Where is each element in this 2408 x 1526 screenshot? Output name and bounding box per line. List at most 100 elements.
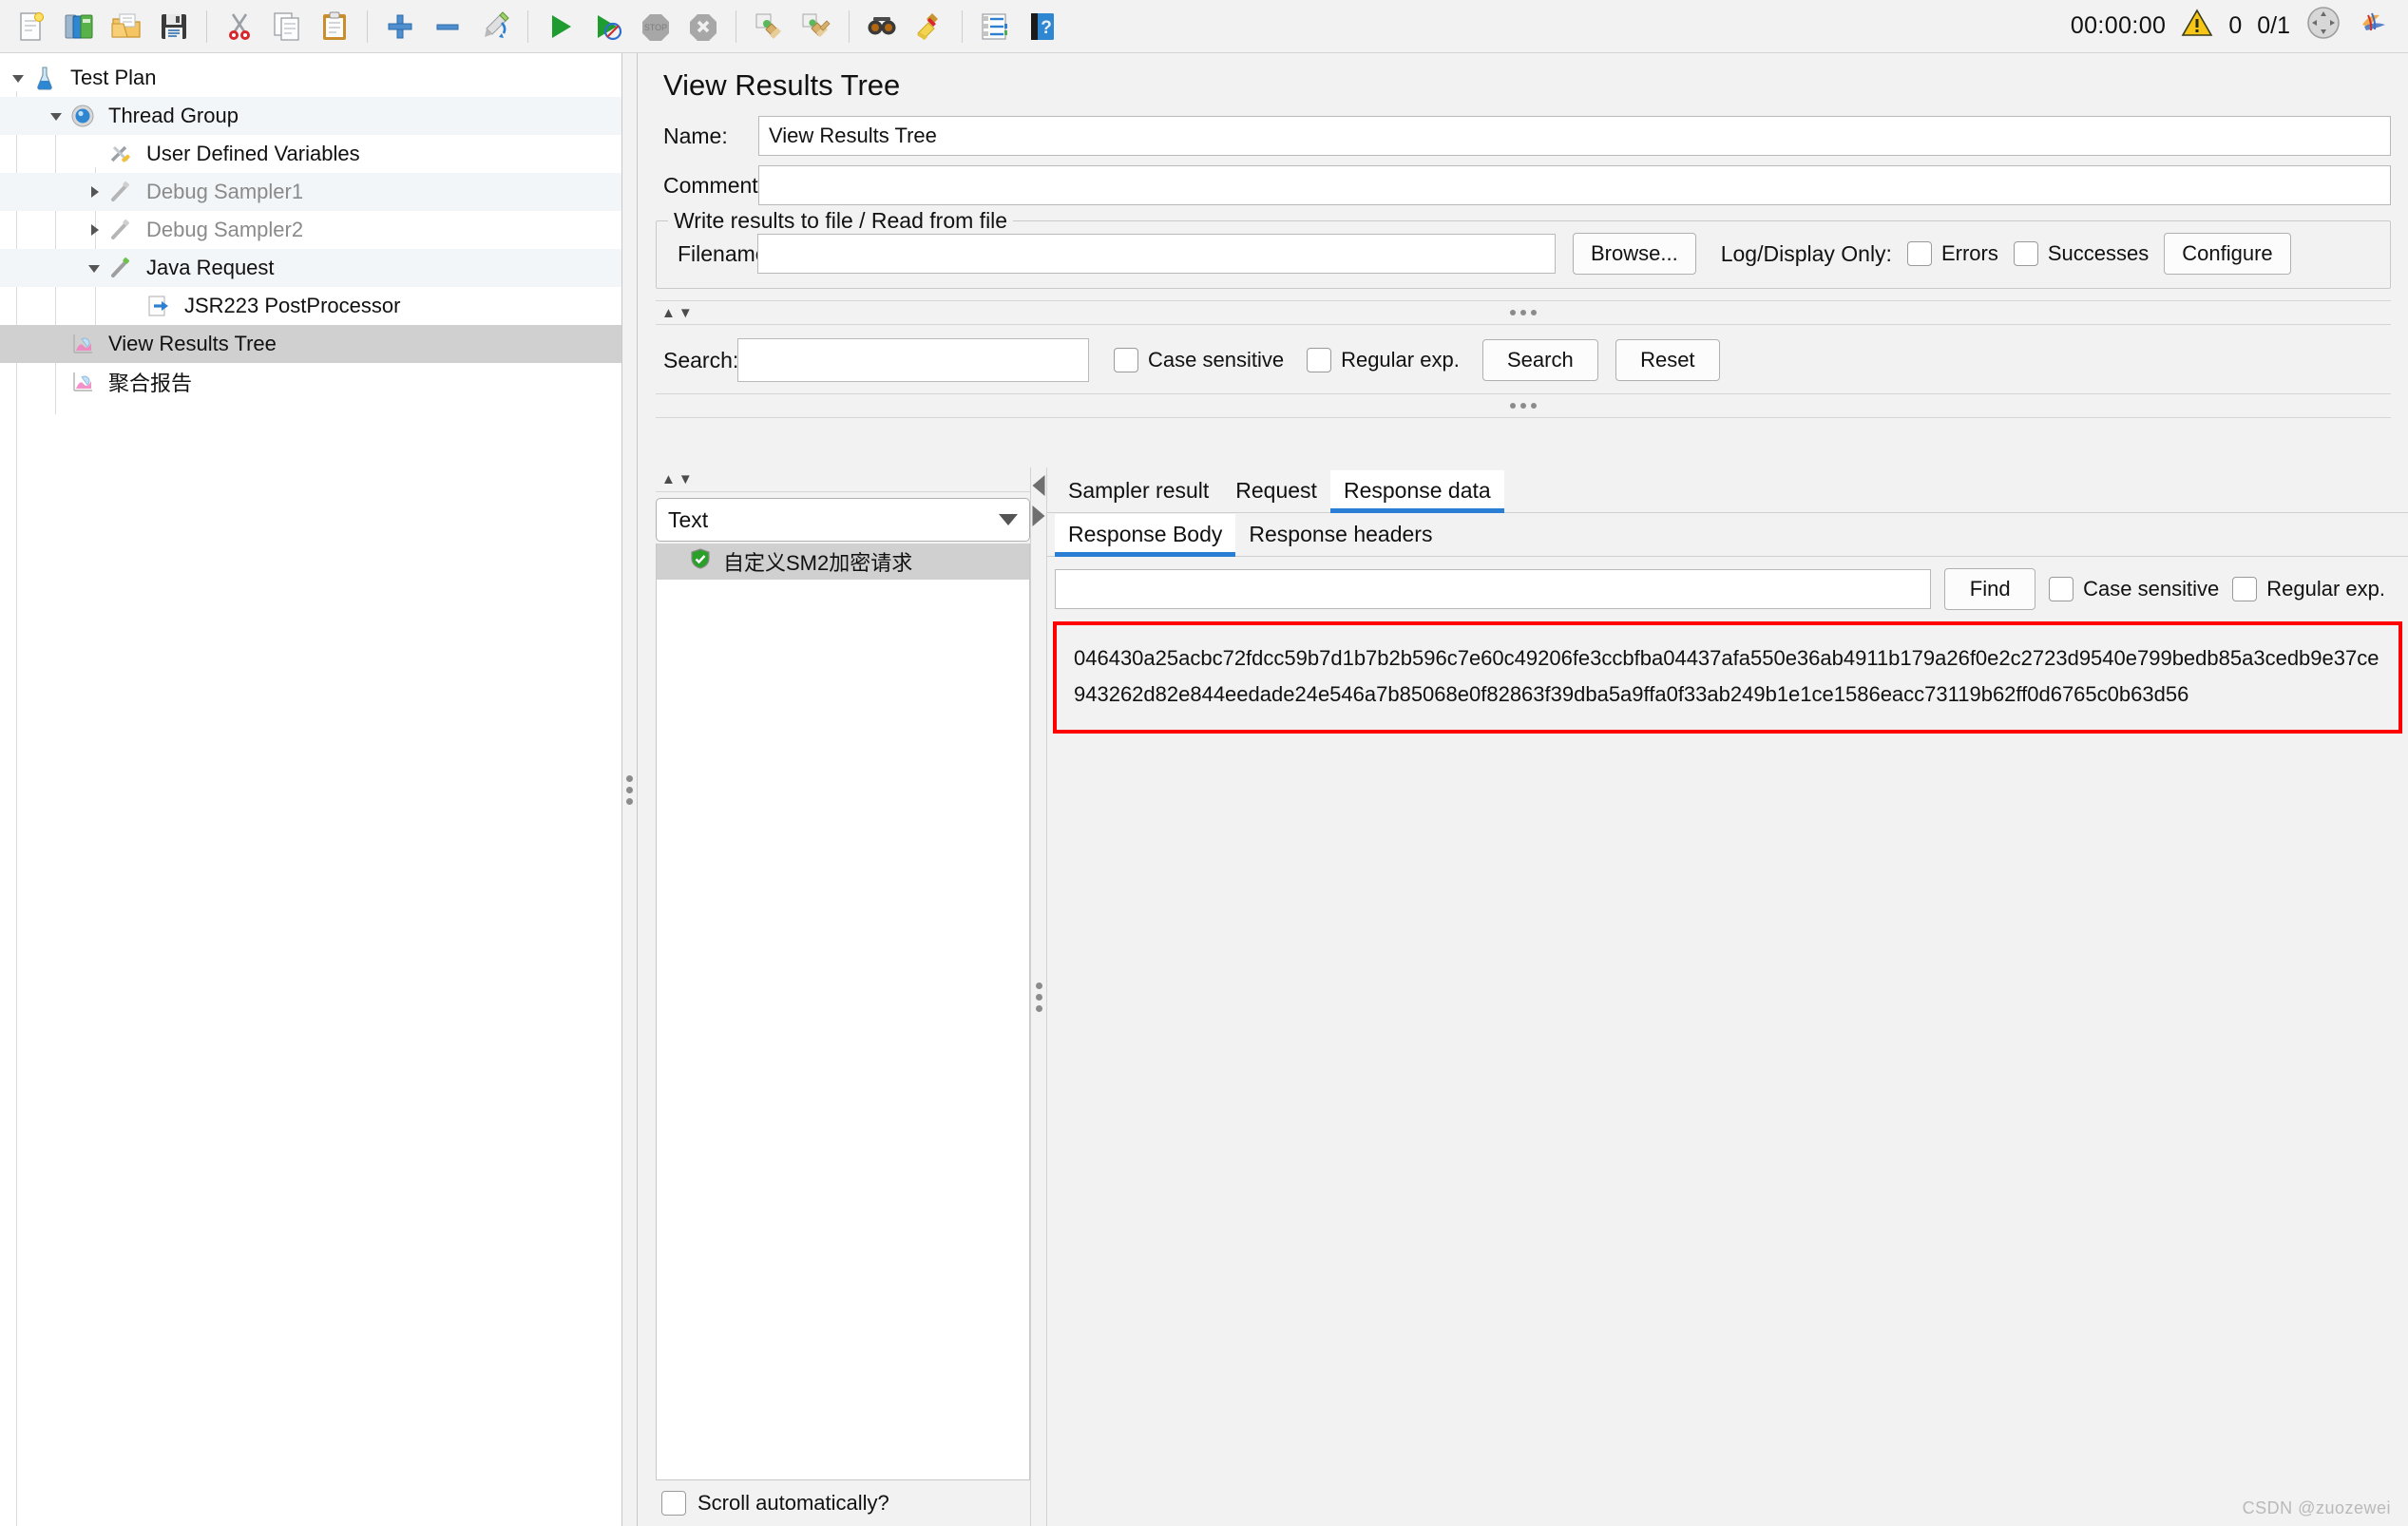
tab-sampler-result[interactable]: Sampler result	[1055, 470, 1222, 512]
collapse-arrows-icon[interactable]: ▲▼	[656, 306, 696, 320]
tab-request[interactable]: Request	[1222, 470, 1330, 512]
start-no-pauses-icon[interactable]	[587, 6, 629, 48]
svg-text:?: ?	[1041, 18, 1052, 38]
search-regular-exp-checkbox[interactable]: Regular exp.	[1307, 348, 1460, 372]
cut-icon[interactable]	[219, 6, 260, 48]
configure-button[interactable]: Configure	[2164, 233, 2291, 275]
search-drag-bar[interactable]: ▲▼	[656, 300, 2391, 325]
tree-node-4[interactable]: Debug Sampler2	[0, 211, 621, 249]
search-input[interactable]	[737, 338, 1089, 382]
search-case-sensitive-checkbox[interactable]: Case sensitive	[1114, 348, 1284, 372]
save-icon[interactable]	[153, 6, 195, 48]
chevron-down-icon[interactable]	[84, 258, 105, 278]
find-row: Find Case sensitive Regular exp.	[1047, 557, 2408, 621]
comments-input[interactable]	[758, 165, 2391, 205]
open-icon[interactable]	[105, 6, 147, 48]
clear-icon[interactable]	[748, 6, 790, 48]
search-regular-exp-box[interactable]	[1307, 348, 1332, 372]
tree-node-0[interactable]: Test Plan	[0, 59, 621, 97]
errors-checkbox[interactable]: Errors	[1906, 241, 1998, 266]
jmeter-window: STOP ? 00:00:00 0 0/1 Test Plan Thread G…	[0, 0, 2408, 1526]
tree-node-6[interactable]: JSR223 PostProcessor	[0, 287, 621, 325]
scroll-automatically-checkbox[interactable]: Scroll automatically?	[656, 1480, 1030, 1526]
chevron-down-icon[interactable]	[8, 67, 29, 88]
detail-tabs[interactable]: Sampler result Request Response data	[1047, 467, 2408, 513]
chevron-right-icon[interactable]	[84, 219, 105, 240]
postprocessor-icon	[143, 294, 175, 318]
write-results-group-title: Write results to file / Read from file	[668, 208, 1014, 234]
tree-node-label: 聚合报告	[108, 372, 193, 395]
name-input[interactable]: View Results Tree	[758, 116, 2391, 156]
function-helper-icon[interactable]	[974, 6, 1016, 48]
paste-icon[interactable]	[314, 6, 355, 48]
main-vertical-splitter[interactable]	[622, 53, 638, 1526]
result-list-item[interactable]: 自定义SM2加密请求	[657, 544, 1029, 580]
results-detail-splitter[interactable]	[1030, 467, 1047, 1526]
errors-checkbox-box[interactable]	[1906, 241, 1932, 266]
new-icon[interactable]	[10, 6, 52, 48]
tree-node-7[interactable]: View Results Tree	[0, 325, 621, 363]
write-results-group: Write results to file / Read from file F…	[656, 208, 2391, 289]
tab-response-headers[interactable]: Response headers	[1235, 514, 1445, 556]
splitter-grip-icon	[626, 774, 633, 805]
tree-node-label: User Defined Variables	[146, 142, 360, 165]
help-icon[interactable]: ?	[1022, 6, 1063, 48]
search-icon[interactable]	[861, 6, 903, 48]
tree-node-5[interactable]: Java Request	[0, 249, 621, 287]
search-button[interactable]: Search	[1481, 339, 1598, 381]
results-drag-bar[interactable]	[656, 393, 2391, 418]
find-regular-exp-checkbox[interactable]: Regular exp.	[2232, 577, 2385, 601]
templates-icon[interactable]	[58, 6, 100, 48]
renderer-select[interactable]: Text	[656, 498, 1030, 542]
tree-node-1[interactable]: Thread Group	[0, 97, 621, 135]
chevron-down-icon[interactable]	[46, 105, 67, 126]
search-label: Search:	[663, 347, 739, 372]
successes-checkbox-label: Successes	[2047, 241, 2150, 265]
chevron-right-icon[interactable]	[84, 181, 105, 202]
results-column-drag-bar[interactable]: ▲▼	[656, 467, 1030, 492]
tree-node-8[interactable]: 聚合报告	[0, 363, 621, 401]
clear-all-icon[interactable]	[795, 6, 837, 48]
scroll-automatically-box[interactable]	[661, 1491, 686, 1516]
log-display-only-label: Log/Display Only:	[1720, 240, 1892, 266]
collapse-arrows-icon[interactable]: ▲▼	[656, 472, 696, 486]
stop-icon[interactable]: STOP	[635, 6, 677, 48]
tree-node-3[interactable]: Debug Sampler1	[0, 173, 621, 211]
response-subtabs[interactable]: Response Body Response headers	[1047, 513, 2408, 557]
warning-icon[interactable]	[2181, 9, 2213, 44]
find-input[interactable]	[1055, 569, 1932, 609]
results-tree-icon	[67, 370, 99, 394]
shutdown-icon[interactable]	[682, 6, 724, 48]
collapse-left-icon[interactable]	[1032, 475, 1045, 496]
copy-icon[interactable]	[266, 6, 308, 48]
tree-node-2[interactable]: User Defined Variables	[0, 135, 621, 173]
start-icon[interactable]	[540, 6, 582, 48]
browse-button[interactable]: Browse...	[1573, 233, 1696, 275]
response-body-text[interactable]: 046430a25acbc72fdcc59b7d1b7b2b596c7e60c4…	[1074, 640, 2381, 713]
find-case-sensitive-box[interactable]	[2049, 577, 2074, 601]
reset-search-icon[interactable]	[908, 6, 950, 48]
test-plan-tree[interactable]: Test Plan Thread Group User Defined Variab…	[0, 53, 621, 401]
filename-input[interactable]	[757, 234, 1556, 274]
tab-response-data[interactable]: Response data	[1329, 470, 1504, 513]
reset-button[interactable]: Reset	[1615, 339, 1720, 381]
response-body-empty-area[interactable]	[1047, 734, 2408, 1526]
collapse-right-icon[interactable]	[1032, 505, 1045, 526]
collapse-all-icon[interactable]	[427, 6, 468, 48]
successes-checkbox[interactable]: Successes	[2013, 241, 2150, 266]
find-regular-exp-box[interactable]	[2232, 577, 2258, 601]
tree-node-label: Test Plan	[70, 66, 157, 89]
splitter-arrows[interactable]	[1032, 475, 1045, 526]
successes-checkbox-box[interactable]	[2013, 241, 2038, 266]
find-regular-exp-label: Regular exp.	[2266, 577, 2385, 601]
results-list[interactable]: 自定义SM2加密请求	[656, 544, 1030, 1480]
response-detail-column: Sampler result Request Response data Respo…	[1047, 467, 2408, 1526]
find-button[interactable]: Find	[1944, 568, 2036, 610]
find-case-sensitive-checkbox[interactable]: Case sensitive	[2049, 577, 2219, 601]
test-plan-icon	[29, 66, 61, 90]
expand-all-icon[interactable]	[379, 6, 421, 48]
tab-response-body[interactable]: Response Body	[1055, 514, 1236, 557]
search-case-sensitive-box[interactable]	[1114, 348, 1138, 372]
toggle-icon[interactable]	[474, 6, 516, 48]
